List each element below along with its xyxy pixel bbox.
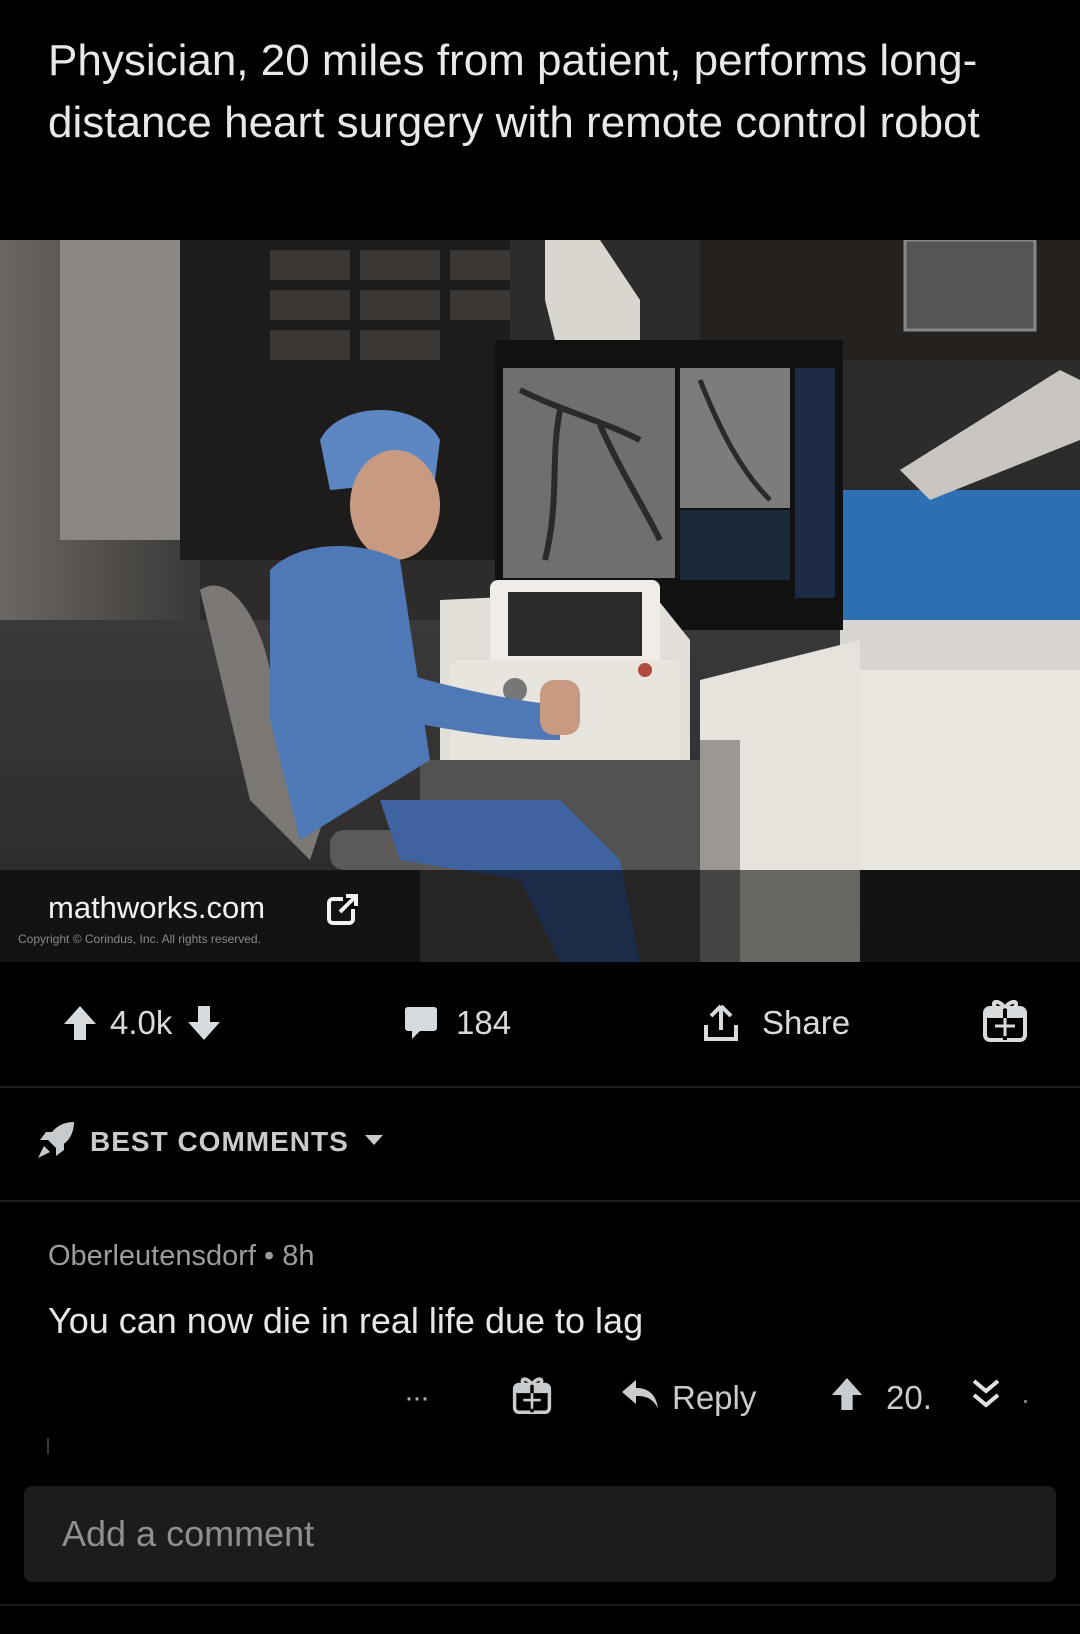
- share-icon: [702, 1003, 740, 1043]
- post-image[interactable]: mathworks.com Copyright © Corindus, Inc.…: [0, 240, 1080, 962]
- comment-body: You can now die in real life due to lag: [48, 1300, 644, 1341]
- comment-score: 20.: [886, 1379, 932, 1416]
- upvote-arrow-icon[interactable]: [62, 1004, 98, 1042]
- upvote-arrow-icon[interactable]: [830, 1376, 864, 1420]
- rocket-icon: [36, 1120, 76, 1165]
- divider: [0, 1604, 1080, 1606]
- gift-award-icon: [982, 996, 1028, 1042]
- award-button[interactable]: [982, 996, 1028, 1042]
- comment-count: 184: [456, 1004, 512, 1041]
- comment-vote-control: 20.: [830, 1370, 932, 1426]
- comment-author-meta[interactable]: Oberleutensdorf • 8h: [48, 1240, 314, 1273]
- comment-sort-dropdown[interactable]: BEST COMMENTS: [36, 1120, 385, 1164]
- share-button[interactable]: Share: [702, 1002, 850, 1044]
- copyright-text: Copyright © Corindus, Inc. All rights re…: [18, 932, 261, 946]
- comments-button[interactable]: 184: [404, 1002, 511, 1044]
- share-label: Share: [762, 1004, 851, 1041]
- reply-label: Reply: [672, 1379, 757, 1416]
- add-comment-input[interactable]: [24, 1486, 1056, 1582]
- comment-award-button[interactable]: [512, 1370, 552, 1426]
- double-chevron-icon: [970, 1377, 1002, 1419]
- more-options-button[interactable]: ···: [404, 1370, 430, 1426]
- post-vote-control: 4.0k: [62, 1002, 222, 1044]
- gift-award-icon: [512, 1373, 552, 1423]
- collapse-thread-button[interactable]: [970, 1370, 1002, 1426]
- link-bar[interactable]: mathworks.com Copyright © Corindus, Inc.…: [0, 870, 1080, 962]
- comment-action-bar: ··· Reply 20.: [0, 1370, 1080, 1426]
- divider: [0, 1200, 1080, 1202]
- post-title: Physician, 20 miles from patient, perfor…: [48, 36, 980, 147]
- divider: [0, 1086, 1080, 1088]
- thread-line: [47, 1438, 49, 1454]
- post-action-bar: 4.0k 184 Share: [0, 962, 1080, 1084]
- chevron-down-icon: [363, 1133, 385, 1152]
- reply-button[interactable]: Reply: [620, 1370, 756, 1426]
- post-score: 4.0k: [110, 1004, 173, 1041]
- more-dots-icon: ···: [404, 1381, 430, 1414]
- comment-bubble-icon: [404, 1005, 438, 1041]
- dot: [1024, 1400, 1027, 1403]
- downvote-arrow-icon[interactable]: [186, 1004, 222, 1042]
- external-link-icon[interactable]: [326, 892, 360, 926]
- sort-label: BEST COMMENTS: [90, 1126, 349, 1157]
- reply-arrow-icon: [620, 1378, 660, 1418]
- surgery-photo: [0, 240, 1080, 962]
- link-domain[interactable]: mathworks.com: [48, 890, 265, 926]
